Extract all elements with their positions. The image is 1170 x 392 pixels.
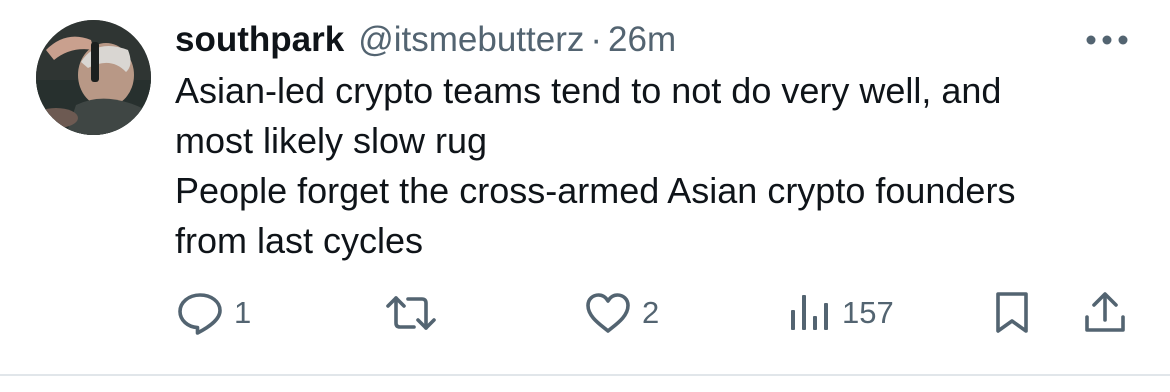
tweet-timestamp[interactable]: 26m: [608, 20, 676, 60]
tweet[interactable]: southpark @itsmebutterz · 26m Asian-led …: [0, 0, 1170, 376]
avatar[interactable]: [36, 20, 151, 135]
reply-button[interactable]: 1: [176, 290, 251, 336]
share-button[interactable]: [1082, 290, 1128, 336]
share-icon: [1085, 292, 1125, 332]
tweet-text-line: Asian-led crypto teams tend to not do ve…: [175, 70, 1002, 111]
tweet-text: Asian-led crypto teams tend to not do ve…: [175, 66, 1155, 266]
author-handle[interactable]: @itsmebutterz: [358, 20, 584, 60]
repost-button[interactable]: [385, 290, 437, 336]
more-options-button[interactable]: [1082, 22, 1132, 58]
views-button[interactable]: 157: [788, 290, 894, 336]
reply-icon: [178, 293, 222, 335]
heart-icon: [586, 293, 630, 333]
repost-icon: [386, 296, 436, 330]
reply-count: 1: [234, 295, 252, 330]
tweet-header: southpark @itsmebutterz · 26m: [175, 18, 676, 62]
header-separator: ·: [590, 20, 603, 59]
bookmark-icon: [996, 292, 1028, 333]
views-chart-icon: [791, 295, 828, 330]
tweet-divider: [0, 374, 1170, 376]
tweet-text-line: from last cycles: [175, 220, 424, 261]
like-count: 2: [642, 295, 660, 330]
bookmark-button[interactable]: [992, 290, 1032, 336]
tweet-text-line: People forget the cross-armed Asian cryp…: [175, 170, 1016, 211]
tweet-text-line: most likely slow rug: [175, 120, 488, 161]
views-count: 157: [842, 295, 894, 330]
more-dots-icon: [1086, 35, 1128, 45]
author-display-name[interactable]: southpark: [175, 20, 344, 60]
like-button[interactable]: 2: [584, 290, 659, 336]
